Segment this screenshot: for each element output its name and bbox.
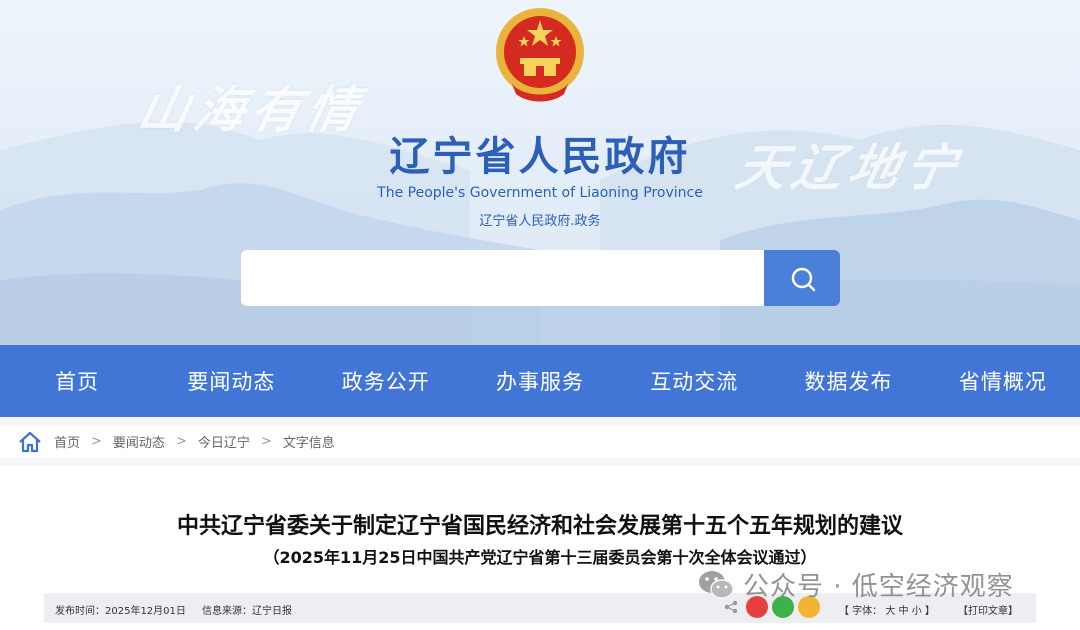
- site-header: 山海有情 天辽地宁 辽宁省人民政府 The People's Governmen…: [0, 0, 1080, 345]
- breadcrumb-text-info[interactable]: 文字信息: [283, 432, 335, 451]
- main-nav: 首页 要闻动态 政务公开 办事服务 互动交流 数据发布 省情概况: [0, 345, 1080, 417]
- nav-item-services[interactable]: 办事服务: [463, 345, 617, 417]
- breadcrumb-today-liaoning[interactable]: 今日辽宁: [198, 432, 250, 451]
- nav-item-province-overview[interactable]: 省情概况: [926, 345, 1080, 417]
- nav-item-data-release[interactable]: 数据发布: [771, 345, 925, 417]
- wechat-watermark: 公众号 · 低空经济观察: [697, 566, 1014, 603]
- calligraphy-left: 山海有情: [132, 80, 370, 139]
- national-emblem-icon: [496, 8, 584, 102]
- nav-item-news[interactable]: 要闻动态: [154, 345, 308, 417]
- nav-item-home[interactable]: 首页: [0, 345, 154, 417]
- breadcrumb-news[interactable]: 要闻动态: [113, 432, 165, 451]
- breadcrumb: 首页 > 要闻动态 > 今日辽宁 > 文字信息: [0, 425, 1080, 458]
- breadcrumb-separator: >: [260, 434, 272, 449]
- info-source: 信息来源：辽宁日报: [202, 606, 292, 617]
- calligraphy-right: 天辽地宁: [730, 138, 968, 197]
- site-english-subtitle: The People's Government of Liaoning Prov…: [377, 185, 703, 201]
- wechat-icon: [699, 570, 734, 599]
- breadcrumb-separator: >: [91, 434, 102, 449]
- print-button[interactable]: 【打印文章】: [958, 602, 1018, 617]
- search-icon: [791, 267, 816, 292]
- article-subtitle: （2025年11月25日中国共产党辽宁省第十三届委员会第十次全体会议通过）: [263, 548, 817, 567]
- home-icon[interactable]: [18, 431, 42, 453]
- breadcrumb-separator: >: [175, 434, 187, 449]
- search-button[interactable]: [764, 250, 840, 306]
- nav-item-interaction[interactable]: 互动交流: [617, 345, 771, 417]
- site-title: 辽宁省人民政府: [389, 133, 691, 180]
- site-domain: 辽宁省人民政府.政务: [479, 214, 601, 229]
- search-input[interactable]: [241, 250, 764, 306]
- article-title: 中共辽宁省委关于制定辽宁省国民经济和社会发展第十五个五年规划的建议: [176, 514, 903, 539]
- font-size-control[interactable]: 【 字体： 大 中 小 】: [839, 602, 935, 617]
- breadcrumb-home[interactable]: 首页: [54, 432, 80, 451]
- publish-date: 发布时间：2025年12月01日: [55, 606, 186, 617]
- article-panel: 中共辽宁省委关于制定辽宁省国民经济和社会发展第十五个五年规划的建议 （2025年…: [0, 466, 1080, 630]
- nav-item-government-affairs[interactable]: 政务公开: [309, 345, 463, 417]
- watermark-text: 公众号 · 低空经济观察: [743, 572, 1014, 602]
